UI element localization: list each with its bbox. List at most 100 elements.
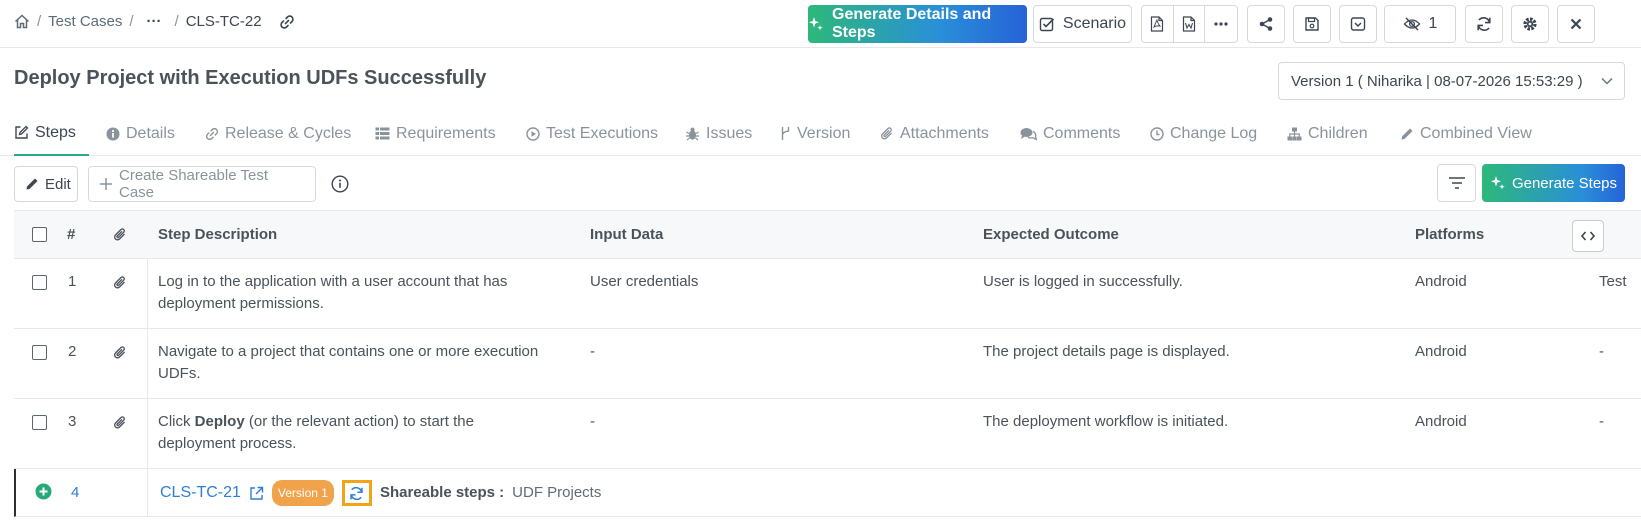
settings-button[interactable] xyxy=(1511,5,1549,43)
bug-icon xyxy=(685,126,700,141)
step-description: Log in to the application with a user ac… xyxy=(158,271,578,315)
breadcrumb-separator: / xyxy=(129,13,134,30)
version-dropdown[interactable]: Version 1 ( Niharika | 08-07-2026 15:53:… xyxy=(1278,62,1625,100)
extra-column: Test xyxy=(1599,273,1627,290)
watch-button[interactable]: 1 xyxy=(1384,5,1456,43)
create-shareable-label: Create Shareable Test Case xyxy=(119,167,268,201)
tab-label: Test Executions xyxy=(546,124,659,142)
breadcrumb-ellipsis[interactable]: ··· xyxy=(147,13,162,30)
tab-comments[interactable]: Comments xyxy=(1020,111,1120,156)
top-bar: / Test Cases / ··· / CLS-TC-22 Generate … xyxy=(0,0,1641,48)
close-icon xyxy=(1570,18,1582,30)
tab-children[interactable]: Children xyxy=(1287,111,1368,156)
tab-requirements[interactable]: Requirements xyxy=(375,111,496,156)
platform: Android xyxy=(1415,343,1467,360)
info-icon xyxy=(106,127,120,141)
code-brackets-icon xyxy=(1581,231,1595,241)
tab-label: Release & Cycles xyxy=(225,124,352,142)
platform: Android xyxy=(1415,413,1467,430)
tab-release-cycles[interactable]: Release & Cycles xyxy=(205,111,351,156)
create-shareable-test-case-button[interactable]: Create Shareable Test Case xyxy=(88,166,316,202)
select-all-checkbox[interactable] xyxy=(32,227,47,242)
table-row: 3 Click Deploy (or the relevant action) … xyxy=(14,399,1641,469)
tab-test-executions[interactable]: Test Executions xyxy=(526,111,658,156)
tab-attachments[interactable]: Attachments xyxy=(880,111,989,156)
share-button[interactable] xyxy=(1247,5,1285,43)
shared-testcase-link[interactable]: CLS-TC-21 xyxy=(160,482,241,504)
generate-steps-button[interactable]: Generate Steps xyxy=(1482,164,1625,202)
tab-label: Change Log xyxy=(1170,124,1258,142)
row-checkbox[interactable] xyxy=(32,275,47,290)
archive-icon xyxy=(1350,16,1366,32)
paperclip-icon xyxy=(113,227,127,242)
generate-details-steps-label: Generate Details and Steps xyxy=(832,6,992,41)
breadcrumb-test-cases[interactable]: Test Cases xyxy=(48,13,122,30)
paperclip-icon[interactable] xyxy=(113,415,127,430)
refresh-button[interactable] xyxy=(1465,5,1503,43)
word-export-button[interactable] xyxy=(1174,6,1206,42)
input-data: - xyxy=(590,343,595,360)
column-toggle-button[interactable] xyxy=(1572,220,1604,252)
pdf-export-button[interactable] xyxy=(1142,6,1174,42)
shared-steps-row: 4 CLS-TC-21 Version 1 Shareable steps : … xyxy=(14,469,1641,517)
generate-details-steps-button[interactable]: Generate Details and Steps xyxy=(808,5,1027,43)
row-checkbox[interactable] xyxy=(32,415,47,430)
breadcrumb-separator: / xyxy=(37,13,42,30)
table-row: 1 Log in to the application with a user … xyxy=(14,259,1641,329)
scenario-button[interactable]: Scenario xyxy=(1033,5,1132,43)
platform: Android xyxy=(1415,273,1467,290)
plus-icon xyxy=(99,177,113,191)
tab-combined-view[interactable]: Combined View xyxy=(1400,111,1532,156)
archive-button[interactable] xyxy=(1339,5,1377,43)
edit-label: Edit xyxy=(45,175,71,193)
tab-issues[interactable]: Issues xyxy=(685,111,752,156)
close-button[interactable] xyxy=(1557,5,1595,43)
tab-version[interactable]: Version xyxy=(780,111,850,156)
tab-change-log[interactable]: Change Log xyxy=(1150,111,1257,156)
tab-label: Attachments xyxy=(900,124,989,142)
scenario-label: Scenario xyxy=(1062,15,1127,32)
pencil-icon xyxy=(1400,127,1414,141)
extra-column: - xyxy=(1599,343,1604,360)
comments-icon xyxy=(1020,127,1037,141)
save-button[interactable] xyxy=(1293,5,1331,43)
filter-button[interactable] xyxy=(1437,164,1476,202)
refresh-icon xyxy=(1476,16,1492,32)
branch-icon xyxy=(780,126,791,141)
version-selected: Version 1 ( Niharika | 08-07-2026 15:53:… xyxy=(1291,72,1583,90)
header-num: # xyxy=(67,226,76,243)
row-checkbox[interactable] xyxy=(32,345,47,360)
eye-slash-icon xyxy=(1403,16,1421,32)
tab-steps[interactable]: Steps xyxy=(14,111,89,156)
sparkle-icon xyxy=(1490,175,1506,191)
tab-label: Details xyxy=(126,124,175,142)
info-circle-icon[interactable] xyxy=(331,175,349,193)
edit-button[interactable]: Edit xyxy=(14,166,78,202)
generate-steps-label: Generate Steps xyxy=(1511,174,1618,192)
table-row: 2 Navigate to a project that contains on… xyxy=(14,329,1641,399)
tab-details[interactable]: Details xyxy=(106,111,175,156)
row-number: 4 xyxy=(71,484,80,501)
sync-button[interactable] xyxy=(341,480,372,506)
checkbox-edit-icon xyxy=(1039,16,1055,32)
paperclip-icon[interactable] xyxy=(113,275,127,290)
breadcrumb-separator: / xyxy=(174,13,179,30)
column-divider xyxy=(147,259,148,328)
step-description-line: deployment permissions. xyxy=(158,295,324,312)
header-expected-outcome: Expected Outcome xyxy=(983,226,1119,243)
shareable-steps-value: UDF Projects xyxy=(512,484,602,501)
paperclip-icon[interactable] xyxy=(113,345,127,360)
plus-circle-icon[interactable] xyxy=(35,483,52,500)
header-platforms: Platforms xyxy=(1415,226,1485,243)
step-description-line: UDFs. xyxy=(158,365,201,382)
breadcrumb: / Test Cases / ··· / CLS-TC-22 xyxy=(14,13,295,30)
tab-bar: Steps Details Release & Cycles Requireme… xyxy=(0,111,1641,156)
more-options-button[interactable] xyxy=(1205,6,1237,42)
external-link-icon[interactable] xyxy=(249,486,264,501)
export-group xyxy=(1141,5,1238,43)
home-icon[interactable] xyxy=(14,14,30,29)
copy-link-icon[interactable] xyxy=(279,14,295,30)
hierarchy-icon xyxy=(1287,127,1302,141)
row-number: 2 xyxy=(68,343,77,360)
shared-step-info: CLS-TC-21 Version 1 Shareable steps : UD… xyxy=(160,480,601,506)
